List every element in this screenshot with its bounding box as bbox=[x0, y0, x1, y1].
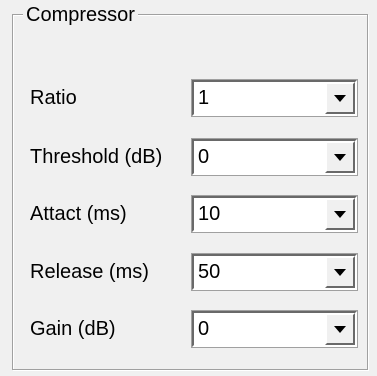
threshold-dropdown-button[interactable] bbox=[325, 141, 355, 173]
threshold-label: Threshold (dB) bbox=[30, 146, 163, 168]
release-value: 50 bbox=[198, 261, 221, 283]
attack-label: Attact (ms) bbox=[30, 203, 127, 225]
groupbox-title: Compressor bbox=[23, 4, 138, 26]
attack-row: Attact (ms) 10 bbox=[0, 195, 377, 233]
gain-value: 0 bbox=[198, 318, 210, 340]
chevron-down-icon bbox=[334, 95, 346, 102]
gain-row: Gain (dB) 0 bbox=[0, 310, 377, 348]
ratio-dropdown-button[interactable] bbox=[325, 82, 355, 114]
gain-dropdown-button[interactable] bbox=[325, 313, 355, 345]
chevron-down-icon bbox=[334, 326, 346, 333]
attack-dropdown-button[interactable] bbox=[325, 198, 355, 230]
chevron-down-icon bbox=[334, 154, 346, 161]
release-label: Release (ms) bbox=[30, 261, 149, 283]
chevron-down-icon bbox=[334, 211, 346, 218]
ratio-row: Ratio 1 bbox=[0, 79, 377, 117]
threshold-value: 0 bbox=[198, 146, 210, 168]
threshold-combobox[interactable]: 0 bbox=[191, 138, 358, 176]
release-dropdown-button[interactable] bbox=[325, 256, 355, 288]
gain-label: Gain (dB) bbox=[30, 318, 116, 340]
release-combobox[interactable]: 50 bbox=[191, 253, 358, 291]
gain-combobox[interactable]: 0 bbox=[191, 310, 358, 348]
chevron-down-icon bbox=[334, 269, 346, 276]
ratio-value: 1 bbox=[198, 87, 210, 109]
attack-value: 10 bbox=[198, 203, 221, 225]
compressor-panel: Compressor Ratio 1 Threshold (dB) 0 Atta… bbox=[0, 0, 377, 376]
release-row: Release (ms) 50 bbox=[0, 253, 377, 291]
attack-combobox[interactable]: 10 bbox=[191, 195, 358, 233]
ratio-label: Ratio bbox=[30, 87, 77, 109]
ratio-combobox[interactable]: 1 bbox=[191, 79, 358, 117]
threshold-row: Threshold (dB) 0 bbox=[0, 138, 377, 176]
